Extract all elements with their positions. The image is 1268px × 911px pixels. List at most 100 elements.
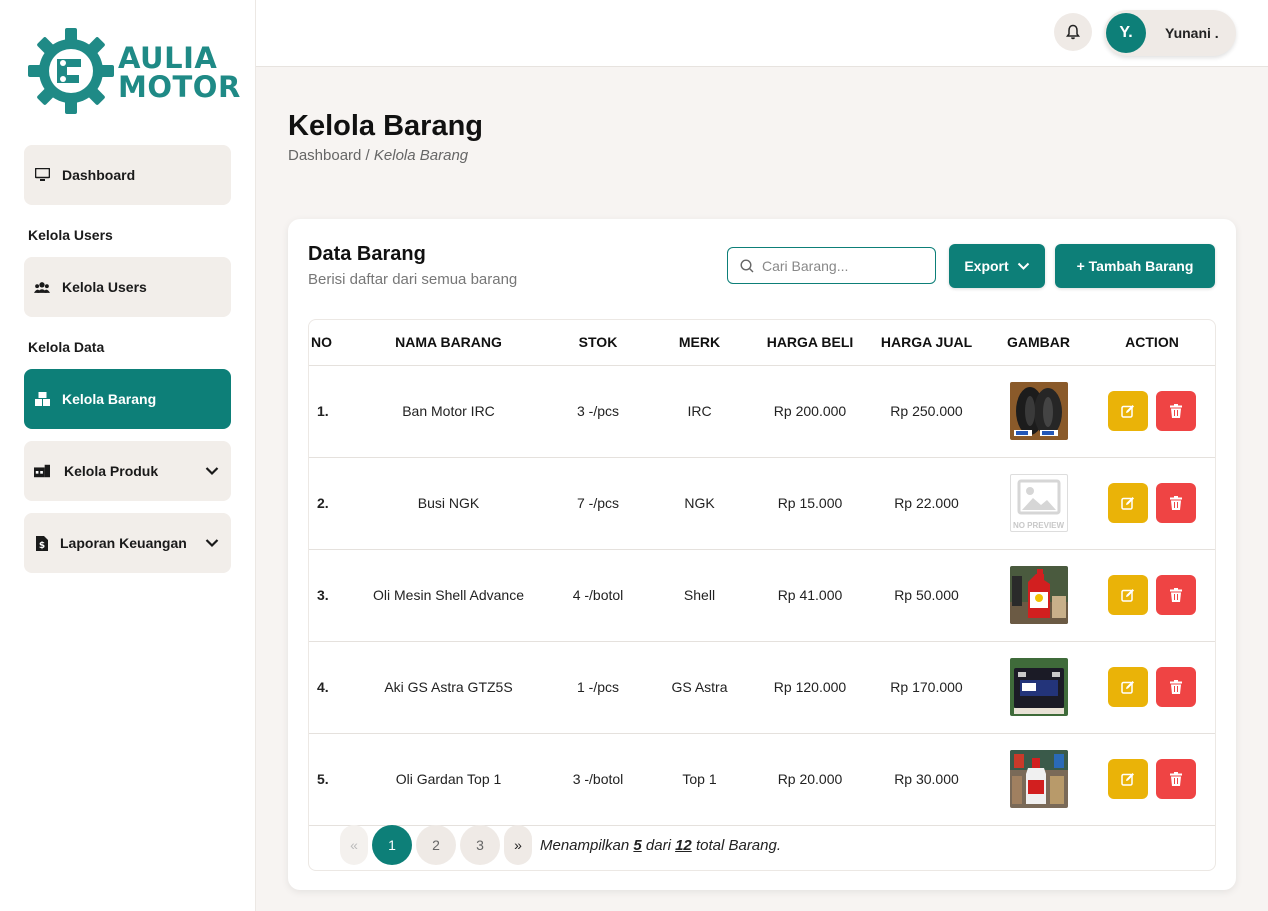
tire-photo[interactable] (1009, 382, 1068, 440)
column-header-merk: MERK (642, 320, 757, 366)
delete-button[interactable] (1156, 667, 1196, 707)
delete-button[interactable] (1156, 575, 1196, 615)
edit-button[interactable] (1108, 759, 1148, 799)
pagination-total-count: 12 (675, 836, 692, 854)
sidebar-item-kelola-users[interactable]: Kelola Users (24, 257, 231, 317)
sidebar-item-kelola-barang[interactable]: Kelola Barang (24, 369, 231, 429)
edit-icon (1121, 773, 1134, 786)
table-row: 3. Oli Mesin Shell Advance 4 -/botol She… (309, 549, 1215, 642)
users-icon (34, 279, 50, 295)
page-title: Kelola Barang (288, 110, 483, 142)
trash-icon (1170, 588, 1182, 602)
bell-icon (1066, 24, 1080, 40)
pagination-next-button[interactable]: » (504, 825, 532, 865)
cell-merk: GS Astra (642, 641, 757, 734)
gear-logo-icon (28, 28, 114, 114)
column-header-nama-barang: NAMA BARANG (343, 320, 554, 366)
pagination-shown-count: 5 (633, 836, 642, 854)
cell-action (1087, 457, 1215, 550)
data-barang-card: Data Barang Berisi daftar dari semua bar… (288, 219, 1236, 890)
edit-button[interactable] (1108, 391, 1148, 431)
sidebar-item-label: Kelola Barang (62, 391, 157, 407)
chevron-down-icon (205, 535, 219, 551)
battery-photo[interactable] (1009, 658, 1068, 716)
cell-harga-beli: Rp 20.000 (757, 733, 863, 826)
avatar: Y. (1106, 13, 1146, 53)
chevron-down-icon (205, 463, 219, 479)
table-row: 4. Aki GS Astra GTZ5S 1 -/pcs GS Astra R… (309, 641, 1215, 734)
column-header-no: NO (309, 320, 343, 366)
sidebar-item-label: Dashboard (62, 167, 136, 183)
table-header-row: NO NAMA BARANG STOK MERK HARGA BELI HARG… (309, 320, 1215, 366)
cell-no: 3. (309, 549, 343, 642)
file-dollar-icon: $ (34, 535, 50, 551)
trash-icon (1170, 496, 1182, 510)
aulia-motor-logo[interactable]: AULIA MOTOR (28, 26, 240, 118)
cell-stok: 4 -/botol (554, 549, 642, 642)
edit-icon (1121, 497, 1134, 510)
edit-button[interactable] (1108, 575, 1148, 615)
search-input[interactable] (762, 257, 922, 274)
export-button[interactable]: Export (949, 244, 1045, 288)
edit-icon (1121, 681, 1134, 694)
cell-harga-jual: Rp 30.000 (863, 733, 990, 826)
pagination-page-1[interactable]: 1 (372, 825, 412, 865)
cell-gambar (990, 733, 1087, 826)
column-header-action: ACTION (1087, 320, 1215, 366)
cell-stok: 7 -/pcs (554, 457, 642, 550)
sidebar-item-dashboard[interactable]: Dashboard (24, 145, 231, 205)
sidebar-item-kelola-produk[interactable]: Kelola Produk (24, 441, 231, 501)
user-menu[interactable]: Y. Yunani . (1104, 10, 1236, 56)
cell-stok: 3 -/pcs (554, 365, 642, 458)
topbar: Y. Yunani . (256, 0, 1268, 67)
column-header-harga-beli: HARGA BELI (757, 320, 863, 366)
pagination-prev-button[interactable]: « (340, 825, 368, 865)
breadcrumb-root[interactable]: Dashboard (288, 147, 361, 164)
oil-bottle-photo[interactable] (1009, 566, 1068, 624)
chevron-down-icon (1017, 262, 1029, 270)
breadcrumb-current: Kelola Barang (373, 147, 469, 164)
cell-action (1087, 365, 1215, 458)
gear-oil-photo[interactable] (1009, 750, 1068, 808)
delete-button[interactable] (1156, 483, 1196, 523)
cell-no: 5. (309, 733, 343, 826)
edit-button[interactable] (1108, 667, 1148, 707)
add-barang-button[interactable]: + Tambah Barang (1055, 244, 1215, 288)
cell-stok: 1 -/pcs (554, 641, 642, 734)
sidebar-item-label: Kelola Users (62, 279, 147, 295)
logo-line-2: MOTOR (118, 70, 241, 104)
pagination-page-3[interactable]: 3 (460, 825, 500, 865)
table-row: 5. Oli Gardan Top 1 3 -/botol Top 1 Rp 2… (309, 733, 1215, 826)
pagination-info-suffix: total Barang. (691, 836, 782, 854)
cell-nama-barang: Busi NGK (343, 457, 554, 550)
cell-nama-barang: Ban Motor IRC (343, 365, 554, 458)
cell-harga-jual: Rp 50.000 (863, 549, 990, 642)
column-header-harga-jual: HARGA JUAL (863, 320, 990, 366)
column-header-gambar: GAMBAR (990, 320, 1087, 366)
cell-nama-barang: Oli Gardan Top 1 (343, 733, 554, 826)
pagination-info-prefix: Menampilkan (540, 836, 634, 854)
cell-merk: NGK (642, 457, 757, 550)
pagination-page-2[interactable]: 2 (416, 825, 456, 865)
trash-icon (1170, 772, 1182, 786)
notification-button[interactable] (1054, 13, 1092, 51)
cell-harga-beli: Rp 200.000 (757, 365, 863, 458)
cell-no: 1. (309, 365, 343, 458)
sidebar-item-laporan-keuangan[interactable]: $ Laporan Keuangan (24, 513, 231, 573)
store-icon (34, 463, 50, 479)
sidebar-item-label: Laporan Keuangan (60, 535, 187, 551)
pagination: « 1 2 3 » Menampilkan 5 dari 12 total Ba… (340, 825, 781, 865)
logo-wordmark: AULIA MOTOR (118, 44, 241, 102)
search-box[interactable] (727, 247, 936, 284)
edit-button[interactable] (1108, 483, 1148, 523)
trash-icon (1170, 404, 1182, 418)
user-name: Yunani . (1165, 25, 1219, 41)
no-preview-image[interactable]: NO PREVIEW (1009, 474, 1068, 532)
trash-icon (1170, 680, 1182, 694)
delete-button[interactable] (1156, 759, 1196, 799)
delete-button[interactable] (1156, 391, 1196, 431)
sidebar: AULIA MOTOR Dashboard Kelola Users Kelol… (0, 0, 256, 911)
cell-merk: Shell (642, 549, 757, 642)
breadcrumb-separator: / (361, 147, 374, 164)
cell-no: 2. (309, 457, 343, 550)
